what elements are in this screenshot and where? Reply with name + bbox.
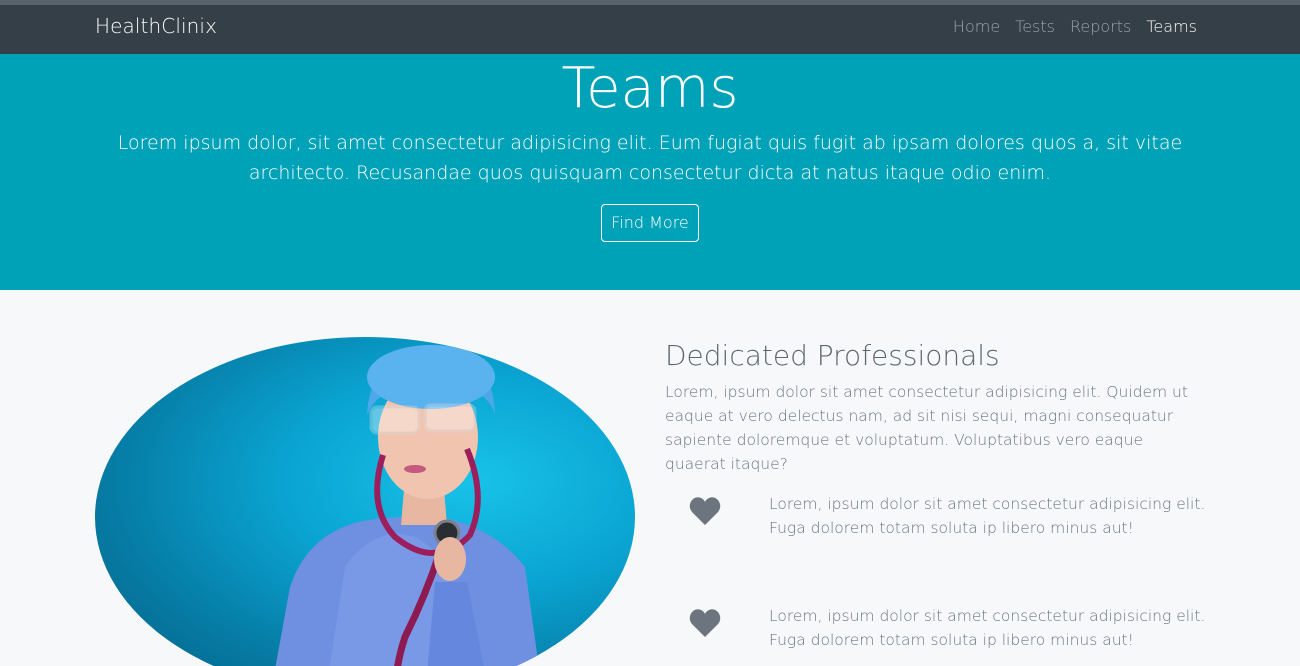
heart-icon [689,609,721,637]
hero-section: Teams Lorem ipsum dolor, sit amet consec… [0,54,1300,290]
doctor-illustration [275,345,539,666]
nav-link-teams[interactable]: Teams [1146,17,1197,36]
brand-logo[interactable]: HealthClinix [95,14,217,38]
nav-link-home[interactable]: Home [953,17,1000,36]
feature-text: Lorem, ipsum dolor sit amet consectetur … [769,607,1206,649]
nav-links: Home Tests Reports Teams [953,17,1197,36]
section-text: Lorem, ipsum dolor sit amet consectetur … [665,383,1188,473]
nav-link-reports[interactable]: Reports [1070,17,1131,36]
doctor-photo [95,337,635,666]
hero-text: Lorem ipsum dolor, sit amet consectetur … [117,132,1183,184]
section-title: Dedicated Professionals [665,339,1000,372]
nav-link-tests[interactable]: Tests [1015,17,1055,36]
find-more-button[interactable]: Find More [601,204,699,242]
feature-item: Lorem, ipsum dolor sit amet consectetur … [665,492,1205,542]
feature-item: Lorem, ipsum dolor sit amet consectetur … [665,604,1205,654]
navbar: HealthClinix Home Tests Reports Teams [0,5,1300,54]
feature-text: Lorem, ipsum dolor sit amet consectetur … [769,495,1206,537]
heart-icon [689,497,721,525]
hero-title: Teams [561,56,739,121]
